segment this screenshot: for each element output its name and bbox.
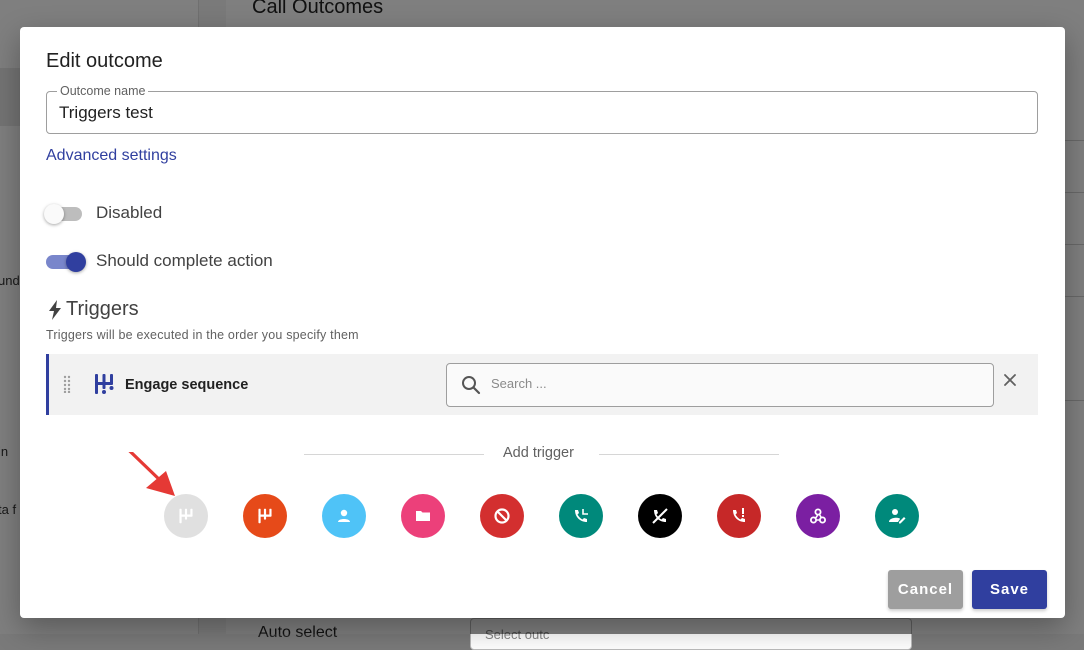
move-to-folder-trigger-button[interactable] bbox=[401, 494, 445, 538]
assign-user-trigger-button[interactable] bbox=[322, 494, 366, 538]
add-trigger-label: Add trigger bbox=[503, 445, 574, 461]
webhook-trigger-button[interactable] bbox=[796, 494, 840, 538]
outcome-name-field[interactable]: Outcome name Triggers test bbox=[46, 84, 1038, 134]
should-complete-action-toggle[interactable] bbox=[46, 252, 86, 272]
trigger-name: Engage sequence bbox=[125, 377, 249, 393]
sequence-icon bbox=[258, 508, 272, 524]
callback-trigger-button[interactable] bbox=[559, 494, 603, 538]
advanced-settings-link[interactable]: Advanced settings bbox=[46, 147, 177, 165]
bolt-icon bbox=[49, 299, 61, 320]
block-icon bbox=[494, 508, 510, 524]
outcome-name-value[interactable]: Triggers test bbox=[59, 103, 153, 123]
unenroll-sequence-trigger-button[interactable] bbox=[243, 494, 287, 538]
search-icon bbox=[462, 376, 481, 395]
phone-callback-icon bbox=[575, 509, 588, 522]
disabled-toggle-label: Disabled bbox=[96, 203, 163, 222]
triggers-heading: Triggers bbox=[48, 298, 139, 321]
trigger-row: Engage sequence bbox=[46, 354, 1038, 415]
should-complete-action-label: Should complete action bbox=[96, 251, 273, 270]
trigger-search-box[interactable] bbox=[446, 363, 994, 407]
drag-handle-icon[interactable] bbox=[63, 375, 71, 393]
phone-disabled-icon bbox=[652, 508, 668, 524]
person-icon bbox=[338, 509, 350, 522]
person-edit-icon bbox=[889, 509, 906, 524]
phone-alert-icon bbox=[733, 508, 745, 522]
call-alert-trigger-button[interactable] bbox=[717, 494, 761, 538]
block-trigger-button[interactable] bbox=[480, 494, 524, 538]
sequence-icon bbox=[95, 374, 114, 394]
annotation-arrow-icon bbox=[128, 452, 175, 496]
dialog-title: Edit outcome bbox=[46, 50, 163, 72]
triggers-heading-text: Triggers bbox=[66, 298, 139, 320]
add-trigger-divider-right bbox=[599, 454, 779, 455]
edit-outcome-dialog: Edit outcome Outcome name Triggers test … bbox=[20, 27, 1065, 618]
cancel-button[interactable]: Cancel bbox=[888, 570, 963, 609]
remove-trigger-icon[interactable] bbox=[1004, 374, 1016, 386]
do-not-call-trigger-button[interactable] bbox=[638, 494, 682, 538]
trigger-search-input[interactable] bbox=[489, 375, 973, 392]
update-contact-trigger-button[interactable] bbox=[875, 494, 919, 538]
outcome-name-label: Outcome name bbox=[57, 84, 149, 98]
toggle-knob bbox=[44, 204, 64, 224]
folder-icon bbox=[416, 511, 430, 521]
webhook-icon bbox=[810, 508, 826, 524]
add-trigger-divider-left bbox=[304, 454, 484, 455]
save-button[interactable]: Save bbox=[972, 570, 1047, 609]
toggle-knob bbox=[66, 252, 86, 272]
disabled-toggle[interactable] bbox=[44, 204, 82, 224]
triggers-description: Triggers will be executed in the order y… bbox=[46, 328, 359, 342]
